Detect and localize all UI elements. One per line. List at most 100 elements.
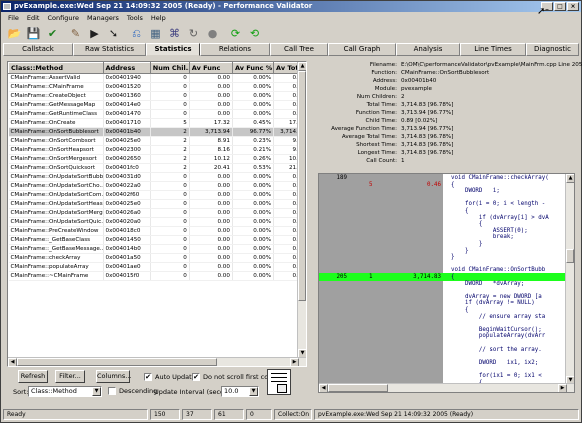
- menu-file[interactable]: File: [4, 14, 23, 22]
- run-icon[interactable]: ▶: [87, 26, 102, 41]
- table-row[interactable]: CMainFrame::OnUpdateSortQuic... 0x004020a…: [8, 217, 306, 227]
- table-row[interactable]: CMainFrame::GetRuntimeClass 0x00401470 0 0.…: [8, 109, 306, 119]
- scroll-right-icon[interactable]: ▶: [290, 358, 299, 366]
- scroll-right-icon[interactable]: ▶: [558, 384, 567, 392]
- filter-button[interactable]: Filter...: [55, 370, 85, 383]
- detail-row: Child Time: 0.89 [0.02%]: [313, 117, 579, 125]
- update-interval-select[interactable]: 10.0 ▼: [221, 386, 259, 397]
- descending-checkbox-box[interactable]: [108, 387, 116, 395]
- tab-callstack[interactable]: Callstack: [3, 43, 73, 56]
- column-header[interactable]: Av Func %: [231, 62, 275, 74]
- table-horizontal-scrollbar[interactable]: ◀ ▶: [8, 357, 306, 366]
- code-vertical-scrollbar[interactable]: ▲ ▼: [565, 174, 574, 385]
- chevron-down-icon[interactable]: ▼: [249, 387, 258, 396]
- tab-line-times[interactable]: Line Times: [460, 43, 526, 56]
- chevron-down-icon[interactable]: ▼: [92, 387, 101, 396]
- table-row[interactable]: CMainFrame::OnUpdateSortCho... 0x004022a0…: [8, 181, 306, 191]
- tab-diagnostic[interactable]: Diagnostic: [526, 43, 579, 56]
- refresh-icon[interactable]: ↻: [186, 26, 201, 41]
- table-row[interactable]: CMainFrame::CreateObject 0x00401360 0 0.00 0…: [8, 91, 306, 101]
- scroll-left-icon[interactable]: ◀: [319, 384, 328, 392]
- table-row[interactable]: CMainFrame::~CMainFrame 0x004015f0 0 0.00 0.…: [8, 271, 306, 281]
- auto-update-checkbox[interactable]: ✔ Auto Update: [144, 373, 196, 381]
- table-cell: CMainFrame::OnSortHeapsort: [8, 145, 104, 155]
- menu-help[interactable]: Help: [147, 14, 170, 22]
- wrench-icon[interactable]: ✎: [68, 26, 83, 41]
- auto-update-checkbox-box[interactable]: ✔: [144, 373, 152, 381]
- step-green-icon[interactable]: ⟲: [247, 26, 262, 41]
- table-row[interactable]: CMainFrame::OnSortQuicksort 0x00401fc0 2 20…: [8, 163, 306, 173]
- table-row[interactable]: CMainFrame::_GetBaseMessage... 0x004014b0…: [8, 244, 306, 254]
- column-header[interactable]: Av Func: [188, 62, 233, 74]
- table-cell: 0: [150, 100, 190, 110]
- table-cell: 0: [150, 91, 190, 101]
- menu-tools[interactable]: Tools: [123, 14, 147, 22]
- go-green-icon[interactable]: ⟳: [228, 26, 243, 41]
- table-vertical-scrollbar[interactable]: ▲ ▼: [297, 62, 306, 358]
- toolbar: 📂 💾 ✔ ✎ ▶ ➘ ⎌ ▦ ⌘ ↻ ● ⟳ ⟲: [1, 23, 581, 43]
- tab-statistics[interactable]: Statistics: [146, 43, 200, 56]
- table-cell: 0.23%: [232, 136, 275, 146]
- detail-row: Num Children: 2: [313, 93, 579, 101]
- menu-configure[interactable]: Configure: [43, 14, 83, 22]
- table-row[interactable]: CMainFrame::OnSortMergesort 0x00402650 2 10…: [8, 154, 306, 164]
- tab-call-tree[interactable]: Call Tree: [270, 43, 328, 56]
- table-row[interactable]: CMainFrame::CMainFrame 0x00401520 0 0.00 0.0…: [8, 82, 306, 92]
- attach-icon[interactable]: ⎌: [129, 26, 144, 41]
- scroll-up-icon[interactable]: ▲: [566, 174, 574, 183]
- table-row[interactable]: CMainFrame::OnUpdateSortMerg... 0x004026a…: [8, 208, 306, 218]
- tab-relations[interactable]: Relations: [200, 43, 270, 56]
- columns-button[interactable]: Columns...: [96, 370, 131, 383]
- table-cell: 0.00%: [232, 226, 275, 236]
- menu-edit[interactable]: Edit: [23, 14, 44, 22]
- menu-managers[interactable]: Managers: [83, 14, 123, 22]
- table-row[interactable]: CMainFrame::OnUpdateSortHeas... 0x004025e…: [8, 199, 306, 209]
- table-row[interactable]: CMainFrame::populateArray 0x00401ae0 0 0.00…: [8, 262, 306, 272]
- table-row[interactable]: CMainFrame::GetMessageMap 0x004014e0 0 0.00…: [8, 100, 306, 110]
- table-row[interactable]: CMainFrame::OnUpdateSortBubb... 0x004031d…: [8, 172, 306, 182]
- column-header[interactable]: Class::Method: [8, 62, 104, 74]
- table-row[interactable]: CMainFrame::OnSortHeapsort 0x00402300 2 8.1…: [8, 145, 306, 155]
- table-row[interactable]: CMainFrame::OnSortBubblesort 0x00401b40 2 3…: [8, 127, 306, 137]
- detail-row: Shortest Time: 3,714.83 [96.78%]: [313, 141, 579, 149]
- table-row[interactable]: CMainFrame::OnUpdateSortCom... 0x00402f60…: [8, 190, 306, 200]
- table-row[interactable]: CMainFrame::PreCreateWindow 0x004018c0 0 0.…: [8, 226, 306, 236]
- table-row[interactable]: CMainFrame::_GetBaseClass 0x00401450 0 0.00…: [8, 235, 306, 245]
- column-header[interactable]: Address: [102, 62, 151, 74]
- table-cell: CMainFrame::checkArray: [8, 253, 104, 263]
- table-cell: 0: [150, 235, 190, 245]
- table-cell: 0x00401360: [103, 91, 151, 101]
- maximize-button[interactable]: □: [554, 2, 566, 11]
- code-vscroll-thumb[interactable]: [566, 249, 574, 263]
- code-hscroll-thumb[interactable]: [328, 384, 388, 392]
- tab-call-graph[interactable]: Call Graph: [328, 43, 396, 56]
- scroll-up-icon[interactable]: ▲: [298, 62, 306, 71]
- scroll-left-icon[interactable]: ◀: [8, 358, 17, 366]
- save-icon[interactable]: 💾: [26, 26, 41, 41]
- detail-value: pvexample: [401, 86, 432, 92]
- network-icon[interactable]: ⌘: [167, 26, 182, 41]
- close-button[interactable]: ×: [567, 2, 579, 11]
- open-folder-icon[interactable]: 📂: [7, 26, 22, 41]
- refresh-button[interactable]: Refresh: [18, 370, 48, 383]
- do-not-scroll-checkbox-box[interactable]: ✔: [192, 373, 200, 381]
- monitor-icon[interactable]: ▦: [148, 26, 163, 41]
- tab-analysis[interactable]: Analysis: [396, 43, 460, 56]
- table-vscroll-thumb[interactable]: [298, 71, 306, 301]
- code-horizontal-scrollbar[interactable]: ◀ ▶: [319, 383, 574, 392]
- sort-select[interactable]: Class::Method ▼: [28, 386, 102, 397]
- table-cell: 0x00401fc0: [103, 163, 151, 173]
- record-icon[interactable]: ●: [205, 26, 220, 41]
- check-icon[interactable]: ✔: [45, 26, 60, 41]
- tab-raw-statistics[interactable]: Raw Statistics: [73, 43, 146, 56]
- table-row[interactable]: CMainFrame::AssertValid 0x00401940 0 0.00 0.…: [8, 73, 306, 83]
- table-hscroll-thumb[interactable]: [17, 358, 217, 366]
- table-row[interactable]: CMainFrame::OnCreate 0x00401710 5 17.32 0.45…: [8, 118, 306, 128]
- title-bar[interactable]: pvExample.exe:Wed Sep 21 14:09:32 2005 (…: [1, 1, 581, 12]
- run-arrow-icon[interactable]: ➘: [106, 26, 121, 41]
- table-row[interactable]: CMainFrame::checkArray 0x00401a50 0 0.00 0.0…: [8, 253, 306, 263]
- table-view-icon[interactable]: [267, 369, 291, 395]
- table-row[interactable]: CMainFrame::OnSortCombsort 0x004025e0 2 8.9…: [8, 136, 306, 146]
- descending-checkbox[interactable]: Descending: [108, 387, 157, 395]
- column-header[interactable]: Num Chil...: [149, 62, 190, 74]
